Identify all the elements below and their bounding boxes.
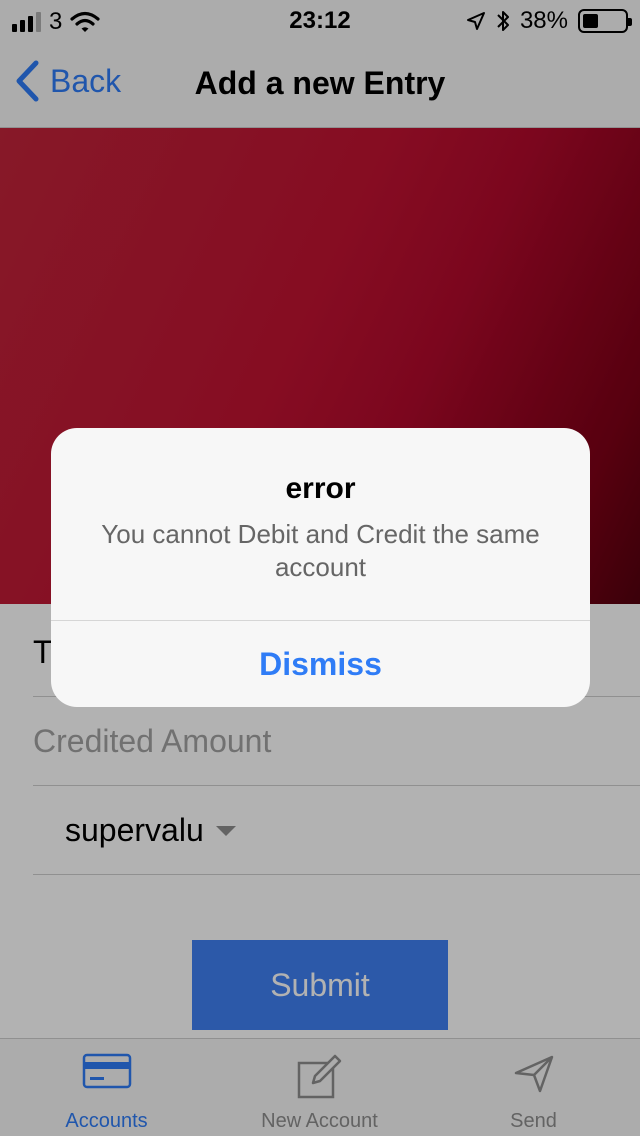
alert-message: You cannot Debit and Credit the same acc… xyxy=(101,519,540,582)
dismiss-button[interactable]: Dismiss xyxy=(51,621,590,707)
alert-title: error xyxy=(285,472,356,505)
error-alert-dialog: error You cannot Debit and Credit the sa… xyxy=(51,428,590,707)
